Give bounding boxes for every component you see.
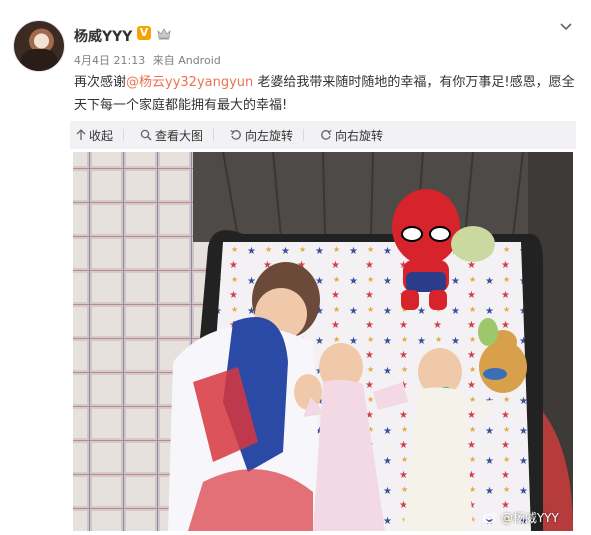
rotate-left-label: 向左旋转 (245, 128, 294, 143)
view-large-label: 查看大图 (155, 128, 204, 143)
rotate-right-icon (321, 129, 332, 140)
crown-icon (157, 28, 171, 40)
collapse-label: 收起 (89, 128, 114, 143)
view-large-button[interactable]: 查看大图 (140, 127, 203, 144)
post-timestamp[interactable]: 4月4日 21:13 (74, 54, 145, 67)
rotate-left-icon (230, 129, 241, 140)
post-text-start: 再次感谢 (74, 75, 127, 90)
collapse-icon (76, 129, 86, 140)
verified-icon: V (137, 26, 151, 40)
toolbar-divider (213, 129, 215, 141)
watermark-text: @杨威YYY (500, 511, 559, 525)
image-toolbar: 收起 查看大图 向左旋转 向右旋转 (70, 121, 576, 149)
username[interactable]: 杨威YYY (74, 26, 132, 46)
post-source[interactable]: 来自 Android (153, 54, 221, 67)
toolbar-divider (123, 129, 125, 141)
post-meta: 4月4日 21:13 来自 Android (74, 52, 225, 68)
photo-illustration: ★ ★ ★ (73, 152, 573, 531)
photo-watermark: @杨威YYY (482, 509, 559, 526)
avatar[interactable] (13, 20, 65, 72)
rotate-right-label: 向右旋转 (335, 128, 384, 143)
post-photo[interactable]: ★ ★ ★ (73, 152, 573, 531)
collapse-button[interactable]: 收起 (76, 127, 113, 144)
rotate-left-button[interactable]: 向左旋转 (230, 127, 293, 144)
zoom-icon (140, 129, 152, 141)
toolbar-divider (303, 129, 305, 141)
weibo-icon (482, 512, 497, 524)
chevron-down-icon[interactable] (559, 19, 573, 33)
rotate-right-button[interactable]: 向右旋转 (320, 127, 383, 144)
post-text: 再次感谢@杨云yy32yangyun 老婆给我带来随时随地的幸福，有你万事足!感… (74, 71, 579, 117)
user-mention-link[interactable]: @杨云yy32yangyun (126, 75, 253, 90)
